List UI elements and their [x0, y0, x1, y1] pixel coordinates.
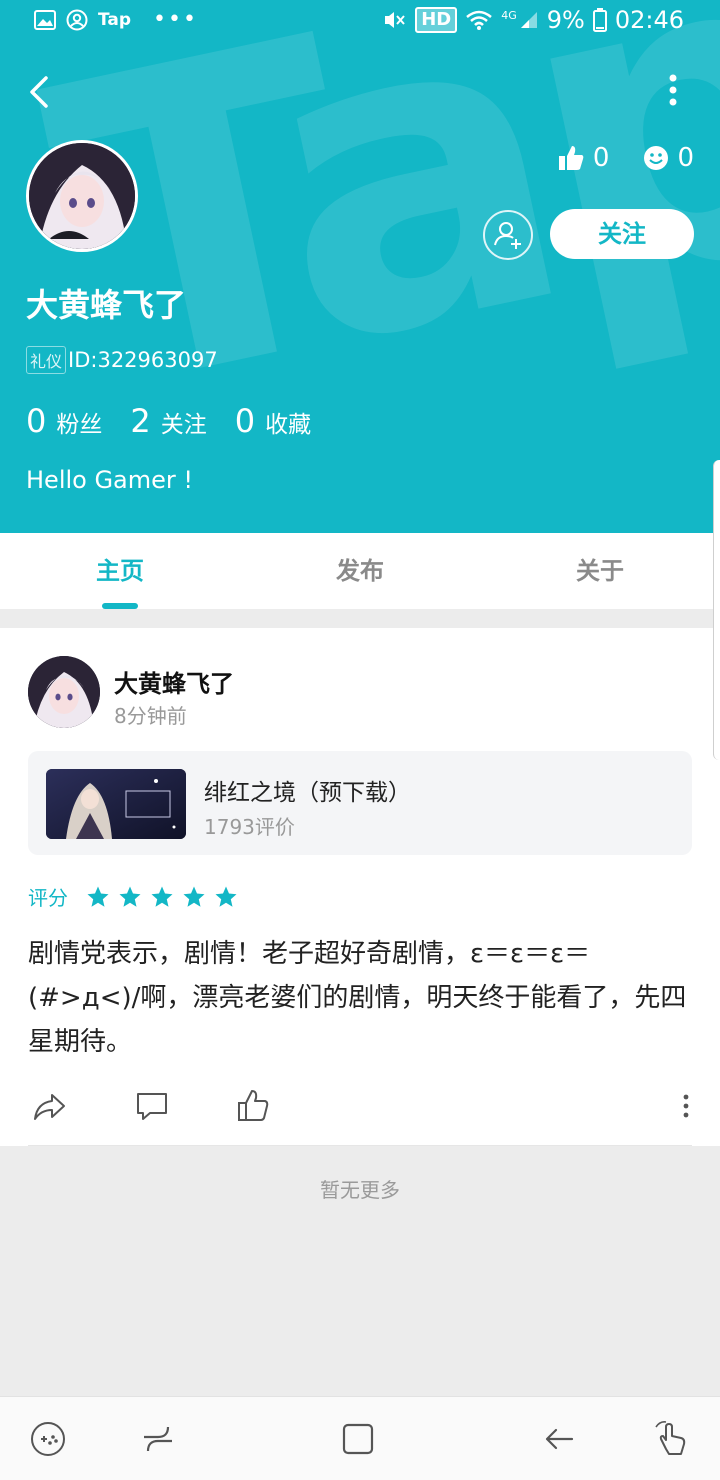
- game-tools-button[interactable]: [28, 1419, 68, 1459]
- profile-counts: 0 粉丝 2 关注 0 收藏: [26, 402, 339, 440]
- thumbs-up-icon: [558, 146, 584, 170]
- card-divider: [28, 1145, 692, 1146]
- status-bar: Tap ••• HD 4G 9% 02:46: [0, 0, 720, 40]
- thumbs-up-icon: [238, 1090, 269, 1121]
- signal-icon: [520, 12, 537, 28]
- share-icon: [34, 1094, 65, 1120]
- game-controller-icon: [31, 1422, 65, 1456]
- touch-lock-button[interactable]: [652, 1419, 692, 1459]
- profile-reactions: 0 0: [557, 143, 694, 173]
- following-count[interactable]: 2: [130, 402, 150, 440]
- tab-posts[interactable]: 发布: [240, 533, 480, 609]
- tap-app-label: Tap: [98, 9, 132, 30]
- star-icon: [151, 886, 173, 907]
- avatar[interactable]: [26, 140, 138, 252]
- home-square-icon: [342, 1423, 374, 1455]
- post-author-name[interactable]: 大黄蜂飞了: [114, 664, 234, 699]
- share-button[interactable]: [30, 1086, 70, 1126]
- add-user-icon: [494, 222, 521, 249]
- tab-about[interactable]: 关于: [480, 533, 720, 609]
- game-review-count: 1793评价: [204, 815, 295, 839]
- star-icon: [87, 886, 109, 907]
- post-author-avatar[interactable]: [28, 656, 100, 728]
- gallery-icon: [34, 9, 56, 30]
- more-vertical-icon: [669, 74, 677, 106]
- game-card[interactable]: 绯红之境（预下载） 1793评价: [28, 751, 692, 855]
- more-notifications-icon: •••: [153, 7, 198, 32]
- rating-label: 评分: [28, 886, 68, 910]
- edge-panel-handle[interactable]: [713, 460, 720, 760]
- collect-count[interactable]: 0: [235, 402, 255, 440]
- game-title: 绯红之境（预下载）: [204, 780, 411, 806]
- back-nav-button[interactable]: [540, 1419, 580, 1459]
- post-content: 剧情党表示，剧情！老子超好奇剧情，ε＝ε＝ε＝(#>д<)/啊，漂亮老婆们的剧情…: [28, 939, 687, 1057]
- smile-icon: [644, 146, 669, 170]
- user-id: ID:322963097: [68, 348, 218, 372]
- profile-tabs: 主页 发布 关于: [0, 533, 720, 609]
- touch-hand-icon: [655, 1421, 686, 1455]
- post-timestamp: 8分钟前: [114, 704, 187, 728]
- game-cover-image: [46, 769, 186, 839]
- profile-bio: Hello Gamer !: [26, 466, 194, 494]
- following-label[interactable]: 关注: [161, 405, 207, 439]
- comment-button[interactable]: [132, 1086, 172, 1126]
- home-button[interactable]: [338, 1419, 378, 1459]
- back-button[interactable]: [22, 70, 62, 114]
- mute-icon: [385, 12, 405, 28]
- fans-label[interactable]: 粉丝: [56, 405, 102, 439]
- recents-button[interactable]: [138, 1419, 178, 1459]
- profile-header: Tap Tap ••• HD 4G 9% 02:46 0 0 关注 大黄蜂飞了 …: [0, 0, 720, 533]
- add-friend-button[interactable]: [483, 210, 533, 260]
- game-thumbnail: [46, 769, 186, 839]
- chevron-left-icon: [30, 76, 48, 108]
- likes-count: 0: [592, 143, 610, 173]
- hd-badge: HD: [415, 7, 458, 33]
- battery-icon: [592, 8, 607, 32]
- recent-apps-icon: [144, 1426, 172, 1452]
- etiquette-badge[interactable]: 礼仪: [26, 346, 67, 374]
- collect-label[interactable]: 收藏: [265, 405, 311, 439]
- avatar-image: [29, 143, 135, 249]
- wifi-icon: [466, 10, 493, 30]
- star-icon: [215, 886, 237, 907]
- post-card[interactable]: 大黄蜂飞了 8分钟前 绯红之境（预下载） 1793评价 评分 剧情党表示，剧情！…: [0, 628, 720, 1146]
- post-actions: [0, 1086, 720, 1130]
- follow-button[interactable]: 关注: [550, 209, 694, 259]
- user-id-row: 礼仪 ID:322963097: [26, 346, 218, 374]
- clock: 02:46: [614, 6, 684, 34]
- star-icon: [183, 886, 205, 907]
- star-icon: [119, 886, 141, 907]
- post-more-button[interactable]: [666, 1086, 706, 1126]
- more-options-button[interactable]: [660, 72, 686, 112]
- smiles-counter[interactable]: 0: [643, 143, 694, 173]
- battery-percent: 9%: [546, 6, 585, 34]
- more-vertical-icon: [683, 1094, 689, 1118]
- arrow-left-icon: [545, 1428, 574, 1450]
- account-icon: [66, 9, 88, 30]
- author-avatar-image: [28, 656, 100, 728]
- no-more-text: 暂无更多: [320, 1178, 400, 1202]
- rating-row: 评分: [28, 882, 238, 911]
- system-navigation-bar: [0, 1396, 720, 1480]
- profile-name: 大黄蜂飞了: [26, 286, 187, 324]
- comment-icon: [137, 1093, 167, 1120]
- fans-count[interactable]: 0: [26, 402, 46, 440]
- like-button[interactable]: [234, 1086, 274, 1126]
- likes-counter[interactable]: 0: [557, 143, 610, 173]
- tab-home[interactable]: 主页: [0, 533, 240, 609]
- network-type: 4G: [501, 8, 517, 22]
- smiles-count: 0: [677, 143, 694, 173]
